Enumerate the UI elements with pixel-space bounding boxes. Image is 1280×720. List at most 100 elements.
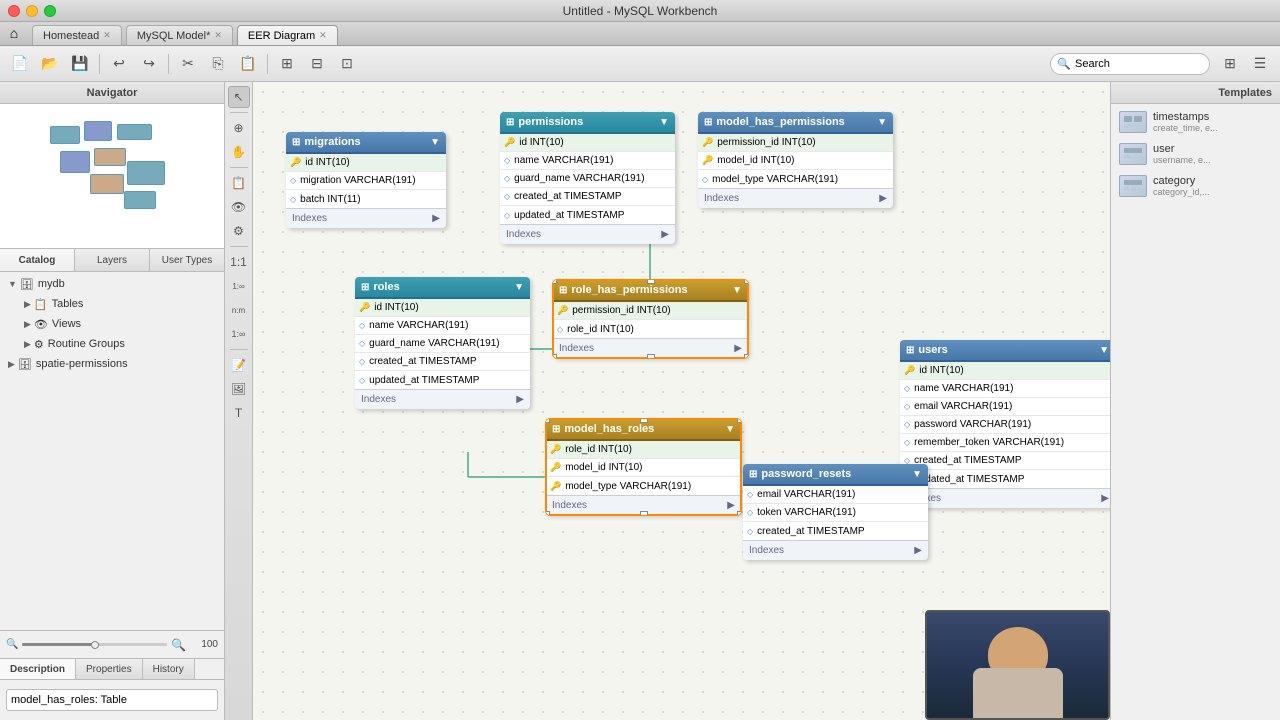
resize-handle-bl[interactable] [553, 354, 557, 358]
table-permissions-expand[interactable]: ▼ [659, 117, 669, 128]
home-button[interactable]: ⌂ [0, 21, 28, 45]
tree-item-tables[interactable]: ▶ 📋 Tables [0, 294, 224, 314]
table-permissions-footer[interactable]: Indexes ▶ [500, 224, 675, 244]
table-migrations[interactable]: ⊞ migrations ▼ 🔑 id INT(10) ◇ migration … [286, 132, 446, 228]
vtool-relation-fk[interactable]: 1:∞ [228, 323, 250, 345]
toolbar-btn-2[interactable]: ⊟ [303, 51, 331, 77]
tab-close-homestead[interactable]: ✕ [103, 30, 111, 41]
canvas-area[interactable]: ⊞ migrations ▼ 🔑 id INT(10) ◇ migration … [253, 82, 1110, 720]
bottom-tab-history[interactable]: History [143, 659, 195, 679]
resize-handle-bm[interactable] [640, 511, 648, 515]
template-item-timestamps[interactable]: timestamps create_time, e... [1115, 108, 1276, 136]
vtool-relation-1n[interactable]: 1:∞ [228, 275, 250, 297]
vtool-table[interactable]: 📋 [228, 172, 250, 194]
resize-handle-br[interactable] [737, 511, 741, 515]
zoom-in-icon[interactable]: 🔍 [171, 638, 186, 652]
tab-eer-diagram[interactable]: EER Diagram ✕ [237, 25, 338, 45]
vtool-view[interactable]: 👁 [228, 196, 250, 218]
bottom-tab-description[interactable]: Description [0, 659, 76, 679]
resize-handle-tr[interactable] [737, 419, 741, 423]
minimize-button[interactable] [26, 5, 38, 17]
maximize-button[interactable] [44, 5, 56, 17]
table-expand[interactable]: ▼ [732, 285, 742, 296]
table-password-resets-footer[interactable]: Indexes ▶ [743, 540, 928, 560]
redo-button[interactable]: ↪ [135, 51, 163, 77]
table-users-footer[interactable]: Indexes ▶ [900, 488, 1110, 508]
resize-handle-br[interactable] [744, 354, 748, 358]
main-toolbar: 📄 📂 💾 ↩ ↪ ✂ ⎘ 📋 ⊞ ⊟ ⊡ 🔍 ⊞ ☰ [0, 46, 1280, 82]
new-file-button[interactable]: 📄 [6, 51, 34, 77]
undo-button[interactable]: ↩ [105, 51, 133, 77]
table-permissions-body: 🔑 id INT(10) ◇ name VARCHAR(191) ◇ guard… [500, 134, 675, 224]
grid-view-button[interactable]: ⊞ [1216, 51, 1244, 77]
resize-handle-tl[interactable] [546, 419, 550, 423]
cut-button[interactable]: ✂ [174, 51, 202, 77]
zoom-value: 100 [190, 639, 218, 650]
vtool-image[interactable]: 🖼 [228, 378, 250, 400]
tab-close-eer-diagram[interactable]: ✕ [319, 30, 327, 41]
table-role-has-permissions[interactable]: ⊞ role_has_permissions ▼ 🔑 permission_id… [553, 280, 748, 358]
table-password-resets[interactable]: ⊞ password_resets ▼ ◇ email VARCHAR(191)… [743, 464, 928, 560]
close-button[interactable] [8, 5, 20, 17]
template-list: timestamps create_time, e... user userna… [1111, 104, 1280, 204]
bottom-tab-properties[interactable]: Properties [76, 659, 143, 679]
template-icon-category [1119, 175, 1147, 197]
vtool-hand[interactable]: ✋ [228, 141, 250, 163]
template-item-category[interactable]: category category_id,... [1115, 172, 1276, 200]
search-input[interactable] [1050, 53, 1210, 75]
tree-item-spatie[interactable]: ▶ 🗄 spatie-permissions [0, 354, 224, 374]
vtool-relation-nm[interactable]: n:m [228, 299, 250, 321]
toolbar-btn-1[interactable]: ⊞ [273, 51, 301, 77]
vtool-relation-1[interactable]: 1:1 [228, 251, 250, 273]
titlebar: Untitled - MySQL Workbench [0, 0, 1280, 22]
nav-tab-user-types[interactable]: User Types [150, 249, 224, 271]
zoom-out-icon[interactable]: 🔍 [6, 639, 18, 650]
list-view-button[interactable]: ☰ [1246, 51, 1274, 77]
vtool-routine[interactable]: ⚙ [228, 220, 250, 242]
table-model-has-permissions[interactable]: ⊞ model_has_permissions ▼ 🔑 permission_i… [698, 112, 893, 208]
resize-handle-bl[interactable] [546, 511, 550, 515]
pk-icon: 🔑 [904, 365, 915, 376]
table-expand[interactable]: ▼ [912, 469, 922, 480]
table-migrations-expand[interactable]: ▼ [430, 137, 440, 148]
webcam-body [973, 668, 1063, 718]
table-roles[interactable]: ⊞ roles ▼ 🔑 id INT(10) ◇ name VARCHAR(19… [355, 277, 530, 409]
vtool-sep-3 [230, 246, 248, 247]
nav-tab-layers[interactable]: Layers [75, 249, 150, 271]
vtool-textbox[interactable]: T [228, 402, 250, 424]
paste-button[interactable]: 📋 [234, 51, 262, 77]
template-item-user[interactable]: user username, e... [1115, 140, 1276, 168]
table-roles-footer[interactable]: Indexes ▶ [355, 389, 530, 409]
copy-button[interactable]: ⎘ [204, 51, 232, 77]
table-expand[interactable]: ▼ [877, 117, 887, 128]
table-permissions[interactable]: ⊞ permissions ▼ 🔑 id INT(10) ◇ name VARC… [500, 112, 675, 244]
resize-handle-tm[interactable] [647, 280, 655, 284]
tab-close-mysql-model[interactable]: ✕ [214, 30, 222, 41]
tab-homestead[interactable]: Homestead ✕ [32, 25, 122, 45]
bottom-input[interactable] [6, 689, 218, 711]
save-file-button[interactable]: 💾 [66, 51, 94, 77]
vtool-zoom[interactable]: ⊕ [228, 117, 250, 139]
table-expand[interactable]: ▼ [514, 282, 524, 293]
tab-mysql-model[interactable]: MySQL Model* ✕ [126, 25, 233, 45]
nav-tab-catalog[interactable]: Catalog [0, 249, 75, 271]
resize-handle-tl[interactable] [553, 280, 557, 284]
table-expand[interactable]: ▼ [725, 424, 735, 435]
table-model-has-permissions-footer[interactable]: Indexes ▶ [698, 188, 893, 208]
toolbar-btn-3[interactable]: ⊡ [333, 51, 361, 77]
table-users[interactable]: ⊞ users ▼ 🔑 id INT(10) ◇ name VARCHAR(19… [900, 340, 1110, 508]
tree-item-views[interactable]: ▶ 👁 Views [0, 314, 224, 334]
vtool-note[interactable]: 📝 [228, 354, 250, 376]
resize-handle-bm[interactable] [647, 354, 655, 358]
resize-handle-tr[interactable] [744, 280, 748, 284]
zoom-slider[interactable] [22, 643, 167, 646]
toolbar-separator-3 [267, 54, 268, 74]
tree-item-routine-groups[interactable]: ▶ ⚙ Routine Groups [0, 334, 224, 354]
table-model-has-roles[interactable]: ⊞ model_has_roles ▼ 🔑 role_id INT(10) 🔑 … [546, 419, 741, 515]
open-file-button[interactable]: 📂 [36, 51, 64, 77]
resize-handle-tm[interactable] [640, 419, 648, 423]
table-migrations-footer[interactable]: Indexes ▶ [286, 208, 446, 228]
vtool-select[interactable]: ↖ [228, 86, 250, 108]
tree-item-mydb[interactable]: ▼ 🗄 mydb [0, 274, 224, 294]
table-expand[interactable]: ▼ [1099, 345, 1109, 356]
